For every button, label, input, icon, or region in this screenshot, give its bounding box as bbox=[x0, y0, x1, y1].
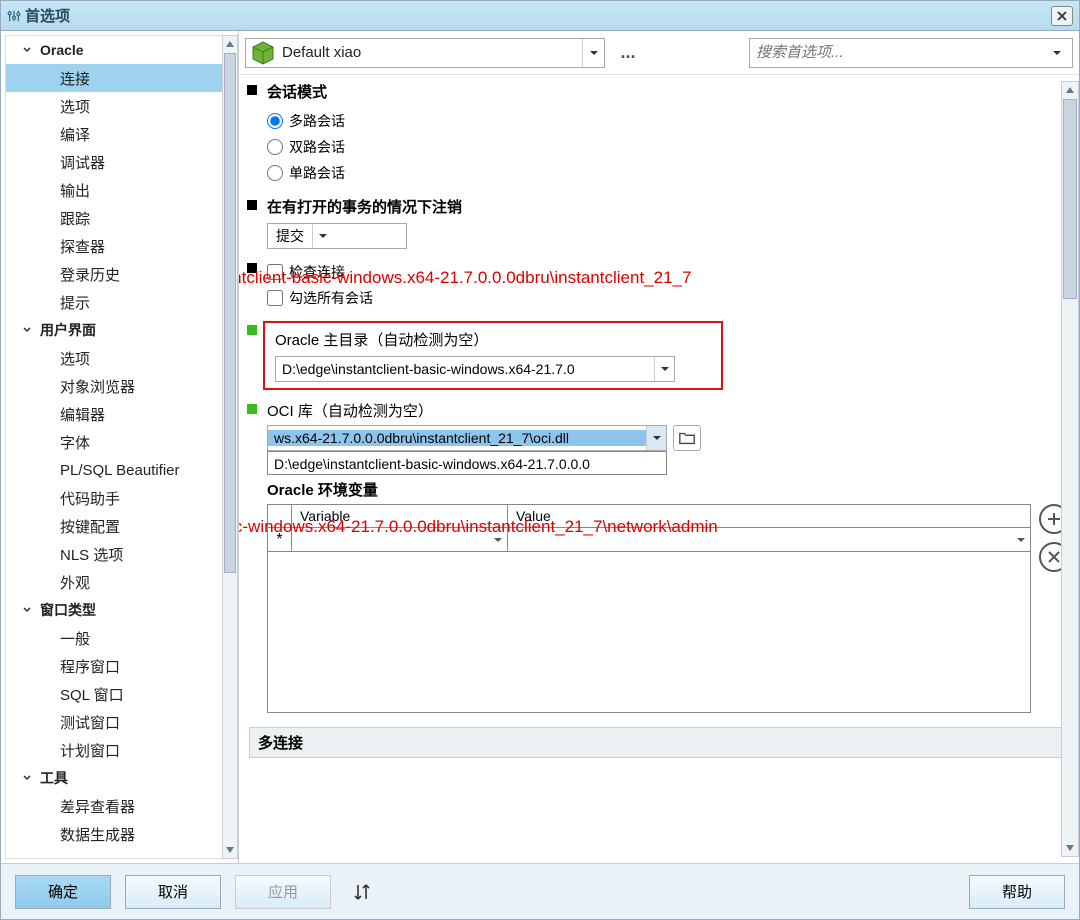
section-oci-library: OCI 库（自动检测为空） ws.x64-21.7.0.0.0dbru\inst… bbox=[249, 400, 1071, 475]
tree-item[interactable]: 对象浏览器 bbox=[6, 372, 235, 400]
browse-button[interactable] bbox=[673, 425, 701, 451]
oracle-home-label: Oracle 主目录（自动检测为空） bbox=[275, 329, 711, 350]
chevron-down-icon[interactable] bbox=[582, 39, 604, 67]
tree-item[interactable]: 数据生成器 bbox=[6, 820, 235, 848]
tree-item[interactable]: 编辑器 bbox=[6, 400, 235, 428]
section-oracle-home: Oracle 主目录（自动检测为空） D:\edge\instantclient… bbox=[249, 321, 1071, 390]
cube-icon bbox=[250, 40, 276, 66]
env-vars-title: Oracle 环境变量 bbox=[267, 479, 1071, 500]
oracle-home-combo[interactable]: D:\edge\instantclient-basic-windows.x64-… bbox=[275, 356, 675, 382]
tree-category[interactable]: Oracle bbox=[6, 36, 235, 64]
cancel-button[interactable]: 取消 bbox=[125, 875, 221, 909]
tree-item[interactable]: 选项 bbox=[6, 92, 235, 120]
session-mode-option[interactable]: 多路会话 bbox=[267, 108, 1071, 134]
content-scrollbar[interactable] bbox=[1061, 81, 1079, 857]
tree-item[interactable]: SQL 窗口 bbox=[6, 680, 235, 708]
preferences-window: 首选项 Oracle连接选项编译调试器输出跟踪探查器登录历史提示用户界面选项对象… bbox=[0, 0, 1080, 920]
annotation-path-1: D:\edge\instantclient-basic-windows.x64-… bbox=[239, 268, 691, 288]
tree-item[interactable]: 外观 bbox=[6, 568, 235, 596]
tree-item[interactable]: 探查器 bbox=[6, 232, 235, 260]
category-tree: Oracle连接选项编译调试器输出跟踪探查器登录历史提示用户界面选项对象浏览器编… bbox=[5, 35, 236, 859]
tree-item[interactable]: 登录历史 bbox=[6, 260, 235, 288]
profile-name: Default xiao bbox=[280, 44, 582, 61]
titlebar: 首选项 bbox=[1, 1, 1079, 31]
search-input[interactable] bbox=[756, 44, 1048, 61]
tree-category[interactable]: 用户界面 bbox=[6, 316, 235, 344]
sidebar: Oracle连接选项编译调试器输出跟踪探查器登录历史提示用户界面选项对象浏览器编… bbox=[1, 31, 239, 863]
settings-content: 会话模式 多路会话双路会话单路会话 在有打开的事务的情况下注销 提交 bbox=[239, 75, 1079, 863]
section-logout: 在有打开的事务的情况下注销 提交 bbox=[249, 196, 1071, 249]
tree-item[interactable]: 一般 bbox=[6, 624, 235, 652]
section-session-mode: 会话模式 多路会话双路会话单路会话 bbox=[249, 81, 1071, 186]
tree-item[interactable]: 测试窗口 bbox=[6, 708, 235, 736]
tree-category[interactable]: 工具 bbox=[6, 764, 235, 792]
ok-button[interactable]: 确定 bbox=[15, 875, 111, 909]
check-all-sessions[interactable]: 勾选所有会话 bbox=[267, 285, 1071, 311]
tree-item[interactable]: 计划窗口 bbox=[6, 736, 235, 764]
tree-item[interactable]: 调试器 bbox=[6, 148, 235, 176]
tree-item[interactable]: NLS 选项 bbox=[6, 540, 235, 568]
tree-item[interactable]: 差异查看器 bbox=[6, 792, 235, 820]
chevron-down-icon bbox=[654, 357, 674, 381]
tree-item[interactable]: 代码助手 bbox=[6, 484, 235, 512]
sliders-icon bbox=[7, 9, 21, 23]
tree-item[interactable]: 连接 bbox=[6, 64, 235, 92]
close-button[interactable] bbox=[1051, 6, 1073, 26]
search-box[interactable] bbox=[749, 38, 1073, 68]
tree-item[interactable]: 输出 bbox=[6, 176, 235, 204]
oci-history-item[interactable]: D:\edge\instantclient-basic-windows.x64-… bbox=[267, 451, 667, 475]
tree-item[interactable]: 选项 bbox=[6, 344, 235, 372]
sidebar-scrollbar[interactable] bbox=[222, 35, 238, 859]
tree-item[interactable]: 程序窗口 bbox=[6, 652, 235, 680]
chevron-down-icon bbox=[646, 426, 666, 450]
tree-category[interactable]: 窗口类型 bbox=[6, 596, 235, 624]
help-button[interactable]: 帮助 bbox=[969, 875, 1065, 909]
tree-item[interactable]: 按键配置 bbox=[6, 512, 235, 540]
oci-path-combo[interactable]: ws.x64-21.7.0.0.0dbru\instantclient_21_7… bbox=[267, 425, 667, 451]
main-toolbar: Default xiao ... bbox=[239, 31, 1079, 75]
chevron-down-icon[interactable] bbox=[1048, 48, 1066, 58]
section-title: 在有打开的事务的情况下注销 bbox=[267, 196, 1071, 217]
sort-button[interactable] bbox=[345, 875, 379, 909]
profile-combo[interactable]: Default xiao bbox=[245, 38, 605, 68]
dialog-footer: 确定 取消 应用 帮助 bbox=[1, 863, 1079, 919]
logout-action-select[interactable]: 提交 bbox=[267, 223, 407, 249]
annotation-path-2: D:\edge\instantclient-basic-windows.x64-… bbox=[239, 517, 718, 537]
tree-item[interactable]: 提示 bbox=[6, 288, 235, 316]
main-panel: Default xiao ... 会话模式 多路会话双路会话单路会 bbox=[239, 31, 1079, 863]
tree-item[interactable]: 字体 bbox=[6, 428, 235, 456]
chevron-down-icon bbox=[312, 224, 332, 248]
tree-item[interactable]: 跟踪 bbox=[6, 204, 235, 232]
window-title: 首选项 bbox=[25, 5, 1051, 26]
session-mode-option[interactable]: 单路会话 bbox=[267, 160, 1071, 186]
session-mode-option[interactable]: 双路会话 bbox=[267, 134, 1071, 160]
tree-item[interactable]: 编译 bbox=[6, 120, 235, 148]
tree-item[interactable]: PL/SQL Beautifier bbox=[6, 456, 235, 484]
oci-label: OCI 库（自动检测为空） bbox=[267, 400, 1071, 421]
apply-button[interactable]: 应用 bbox=[235, 875, 331, 909]
more-button[interactable]: ... bbox=[613, 42, 643, 63]
section-title: 会话模式 bbox=[267, 81, 1071, 102]
section-multi-connection: 多连接 bbox=[249, 727, 1071, 772]
